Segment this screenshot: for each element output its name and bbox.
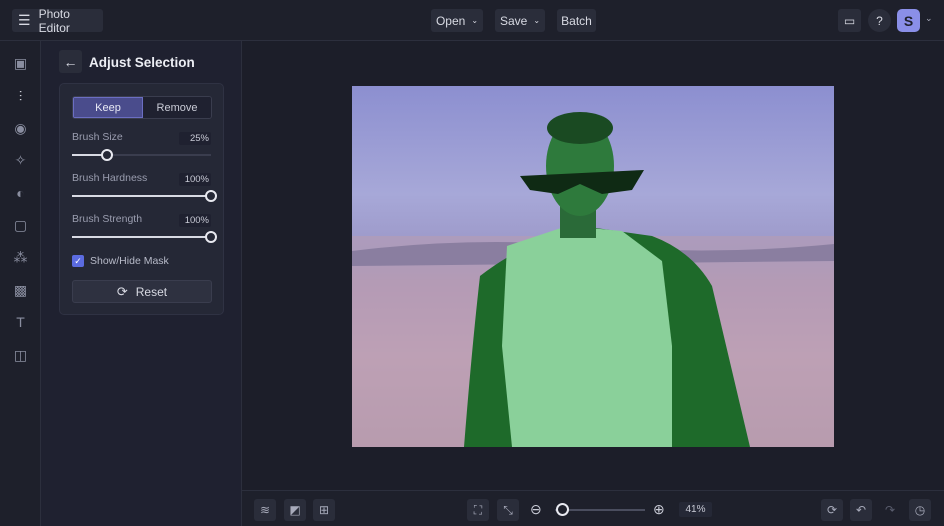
open-label: Open: [435, 13, 466, 28]
zoom-value[interactable]: 41%: [679, 502, 712, 517]
main-menu-button[interactable]: ☰ Photo Editor: [12, 6, 103, 35]
brush-slider[interactable]: [72, 231, 217, 243]
undo-icon[interactable]: ↶: [850, 499, 872, 521]
fit-screen-icon[interactable]: ⛶: [467, 499, 489, 521]
reset-label: Reset: [135, 284, 168, 299]
slider-value[interactable]: 100%: [179, 173, 211, 186]
refresh-icon: ⟳: [116, 283, 128, 299]
top-bar: ☰ Photo Editor Open ⌄ Save ⌄ Batch ▭ ? S ⌄: [0, 0, 944, 41]
redo-icon[interactable]: ↷: [879, 499, 901, 521]
adjust-selection-panel: ← Adjust Selection Keep Remove Brush Siz…: [41, 41, 242, 526]
panel-title: Adjust Selection: [89, 55, 195, 70]
slider-value[interactable]: 100%: [179, 214, 211, 227]
slider-label: Brush Size: [72, 131, 123, 143]
text-icon[interactable]: T: [12, 314, 29, 331]
photo-canvas[interactable]: [352, 86, 834, 447]
zoom-slider-knob[interactable]: [556, 503, 570, 516]
frame-icon[interactable]: ▢: [12, 217, 29, 234]
slider-knob[interactable]: [205, 231, 217, 243]
bottom-toolbar: ≋ ◩ ⊞ ⛶ ⤡ ⊖ ⊕ 41% ⟳ ↶ ↷ ◷: [242, 490, 944, 526]
keep-button[interactable]: Keep: [73, 97, 143, 118]
sliders-icon[interactable]: ⫶: [12, 88, 29, 105]
app-title: Photo Editor: [38, 6, 70, 35]
overlay-icon[interactable]: ◫: [12, 347, 29, 364]
chevron-down-icon: ⌄: [471, 16, 479, 25]
back-arrow-icon[interactable]: ←: [59, 50, 82, 73]
masked-photo: [352, 112, 834, 447]
sparkle-icon[interactable]: ✧: [12, 152, 29, 169]
comment-icon[interactable]: ▭: [838, 9, 861, 32]
slider-label: Brush Strength: [72, 213, 143, 225]
slider-knob[interactable]: [100, 149, 113, 161]
avatar[interactable]: S: [897, 9, 920, 32]
actual-size-icon[interactable]: ⤡: [497, 499, 519, 521]
slider-fill: [72, 236, 211, 238]
show-hide-mask-label: Show/Hide Mask: [90, 255, 169, 267]
batch-button[interactable]: Batch: [557, 9, 596, 32]
history-icon[interactable]: ◷: [909, 499, 931, 521]
open-menu-button[interactable]: Open ⌄: [431, 9, 483, 32]
palette-icon[interactable]: ◐: [12, 185, 29, 202]
slider-value[interactable]: 25%: [179, 132, 211, 145]
keep-remove-toggle: Keep Remove: [72, 96, 212, 119]
show-hide-mask-checkbox[interactable]: ✓: [72, 255, 84, 267]
slider-knob[interactable]: [205, 190, 217, 202]
compare-icon[interactable]: ◩: [284, 499, 306, 521]
texture-icon[interactable]: ▩: [12, 282, 29, 299]
zoom-in-icon[interactable]: ⊕: [653, 501, 665, 518]
save-menu-button[interactable]: Save ⌄: [495, 9, 545, 32]
slider-label: Brush Hardness: [72, 172, 148, 184]
tool-rail: ▣ ⫶ ◉ ✧ ◐ ▢ ⁂ ▩ T ◫: [0, 41, 41, 526]
help-icon[interactable]: ?: [868, 9, 891, 32]
eye-icon[interactable]: ◉: [12, 120, 29, 137]
slider-fill: [72, 195, 211, 197]
zoom-slider[interactable]: [555, 503, 645, 516]
remove-button[interactable]: Remove: [143, 97, 211, 118]
brush-slider[interactable]: [72, 190, 217, 202]
brush-slider[interactable]: [72, 149, 211, 161]
save-label: Save: [499, 13, 528, 28]
zoom-out-icon[interactable]: ⊖: [530, 501, 542, 518]
layers-icon[interactable]: ≋: [254, 499, 276, 521]
chevron-down-icon: ⌄: [533, 16, 541, 25]
hamburger-icon: ☰: [18, 12, 31, 28]
brush-settings-card: Keep Remove Brush Size 25% Brush Hardnes…: [59, 83, 224, 315]
shapes-icon[interactable]: ⁂: [12, 249, 29, 266]
image-icon[interactable]: ▣: [12, 55, 29, 72]
chevron-down-icon[interactable]: ⌄: [925, 13, 933, 24]
reset-button[interactable]: ⟳ Reset: [72, 280, 212, 303]
rotate-refresh-icon[interactable]: ⟳: [821, 499, 843, 521]
grid-icon[interactable]: ⊞: [313, 499, 335, 521]
